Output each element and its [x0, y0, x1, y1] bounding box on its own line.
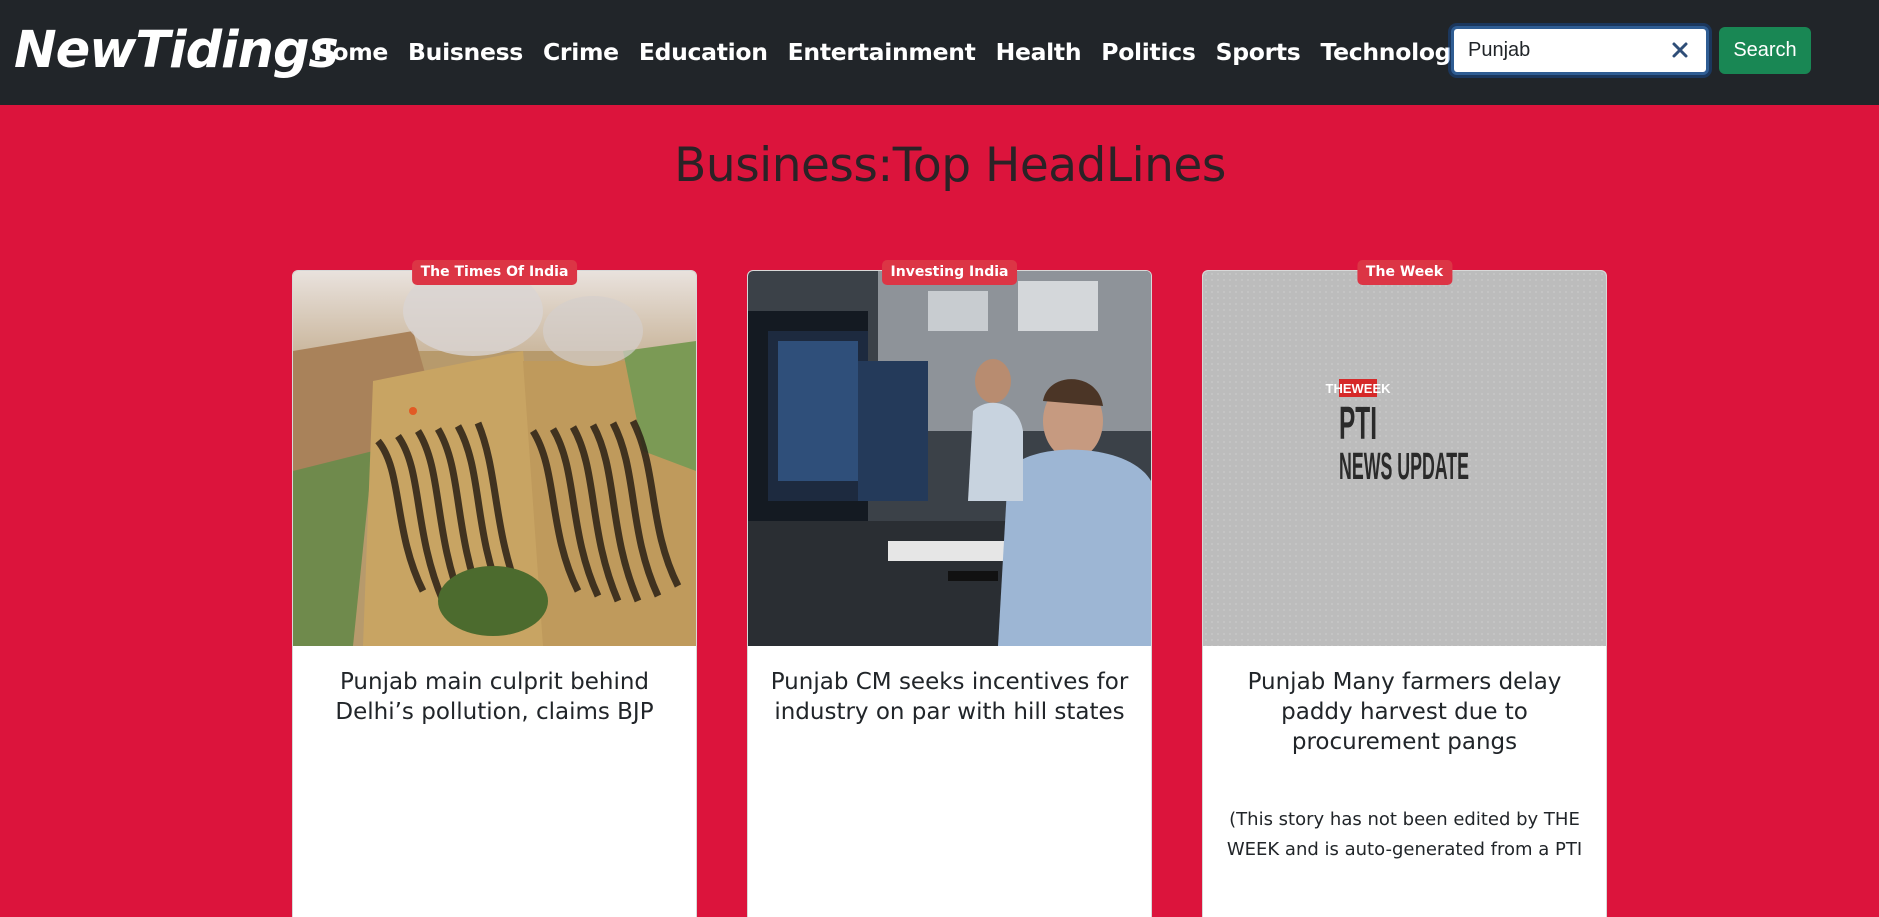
brand-logo[interactable]: NewTidings — [14, 14, 339, 88]
nav-link-technology[interactable]: Technology — [1320, 38, 1466, 66]
nav-links: Home Buisness Crime Education Entertainm… — [313, 28, 1467, 76]
card-title[interactable]: Punjab Many farmers delay paddy harvest … — [1217, 667, 1592, 757]
card-title[interactable]: Punjab CM seeks incentives for industry … — [762, 667, 1137, 727]
card-image — [293, 271, 696, 646]
card-description: (This story has not been edited by THE W… — [1226, 809, 1583, 860]
image-news-update-text: NEWS UPDATE — [1339, 446, 1469, 488]
news-card: Investing India Punjab CM seeks incentiv… — [747, 260, 1152, 917]
clear-search-icon[interactable] — [1668, 38, 1692, 62]
card-image — [748, 271, 1151, 646]
news-card: The Week THEWEEK PTI NEWS UPDATE Punjab … — [1202, 260, 1607, 917]
nav-link-health[interactable]: Health — [996, 38, 1082, 66]
nav-link-home[interactable]: Home — [313, 38, 388, 66]
card-image: THEWEEK PTI NEWS UPDATE — [1203, 271, 1606, 646]
image-logo-text: THEWEEK — [1326, 381, 1392, 396]
source-badge: The Week — [1356, 260, 1453, 285]
page-title: Business:Top HeadLines — [674, 138, 1226, 193]
top-navbar: NewTidings Home Buisness Crime Education… — [0, 0, 1879, 105]
search-input[interactable] — [1454, 30, 1654, 71]
nav-link-business[interactable]: Buisness — [408, 38, 523, 66]
nav-link-crime[interactable]: Crime — [543, 38, 619, 66]
nav-link-politics[interactable]: Politics — [1101, 38, 1196, 66]
search-button[interactable]: Search — [1719, 27, 1811, 74]
card-title[interactable]: Punjab main culprit behind Delhi’s pollu… — [307, 667, 682, 727]
image-pti-text: PTI — [1339, 397, 1377, 449]
nav-link-sports[interactable]: Sports — [1216, 38, 1301, 66]
nav-link-education[interactable]: Education — [639, 38, 768, 66]
news-card: The Times Of India Punjab main culprit b… — [292, 260, 697, 917]
nav-link-entertainment[interactable]: Entertainment — [788, 38, 976, 66]
search-box — [1451, 26, 1709, 75]
source-badge: Investing India — [881, 260, 1018, 285]
source-badge: The Times Of India — [411, 260, 578, 285]
